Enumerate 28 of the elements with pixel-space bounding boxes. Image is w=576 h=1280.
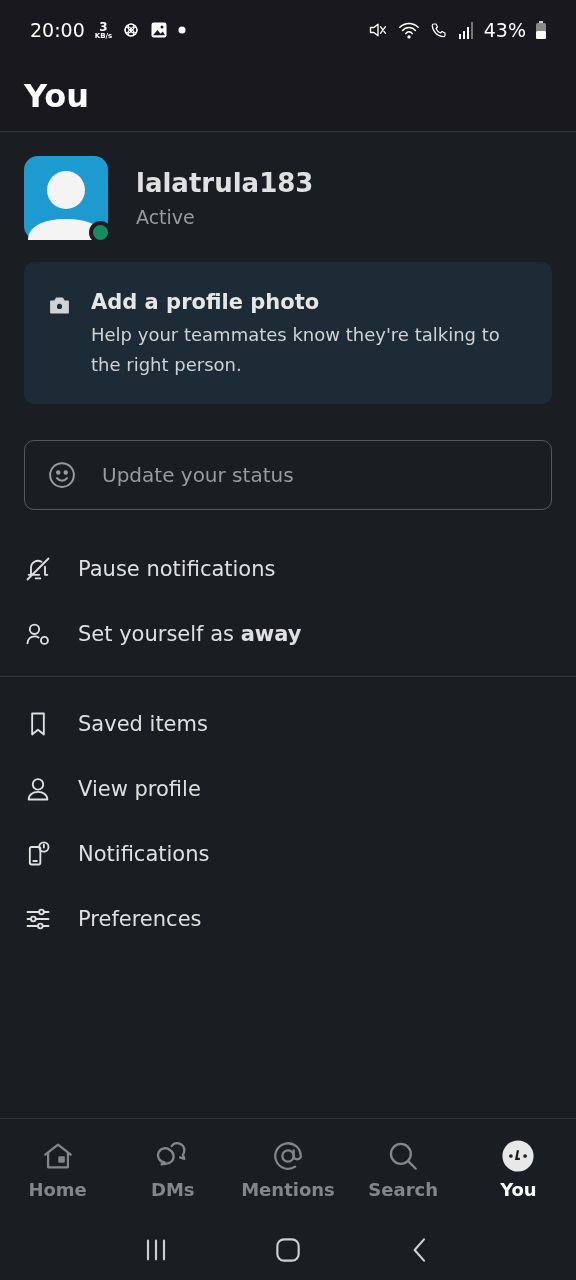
speed-value: 3 <box>99 20 108 33</box>
menu-item[interactable]: Set yourself as away <box>78 621 302 646</box>
nav-tab[interactable]: You <box>460 1119 576 1219</box>
status-field[interactable]: Update your status <box>24 440 552 510</box>
battery-icon <box>536 21 546 39</box>
card-title: Add a profile photo <box>91 290 321 314</box>
signal-icon <box>457 21 474 39</box>
nav-tab[interactable]: Search <box>345 1119 461 1219</box>
nav-tab[interactable]: Mentions <box>230 1119 346 1219</box>
card-text: Help your teammates know they're talking to the right person. <box>91 323 501 377</box>
nav-tab[interactable]: DMs <box>115 1119 231 1219</box>
flower-icon <box>122 21 141 39</box>
menu-item[interactable]: Saved items <box>78 711 208 736</box>
menu-item[interactable]: Pause notifications <box>78 556 276 581</box>
page-title: You <box>24 76 89 115</box>
dot-icon <box>178 26 187 34</box>
menu-item[interactable]: Preferences <box>78 906 202 931</box>
battery-percent: 43% <box>483 19 526 41</box>
menu-item[interactable]: View profile <box>78 776 201 801</box>
smiley-icon <box>47 460 77 490</box>
profile-photo-card[interactable]: Add a profile photo Help your teammates know they're talking to the right person. <box>24 262 552 404</box>
avatar-icon <box>501 1138 536 1173</box>
image-icon <box>150 21 169 39</box>
clock: 20:00 <box>30 19 85 41</box>
nav-tab[interactable]: Home <box>0 1119 116 1219</box>
username: lalatrula183 <box>136 168 314 198</box>
menu-item[interactable]: Notifications <box>78 841 210 866</box>
presence-status: Active <box>136 206 196 228</box>
